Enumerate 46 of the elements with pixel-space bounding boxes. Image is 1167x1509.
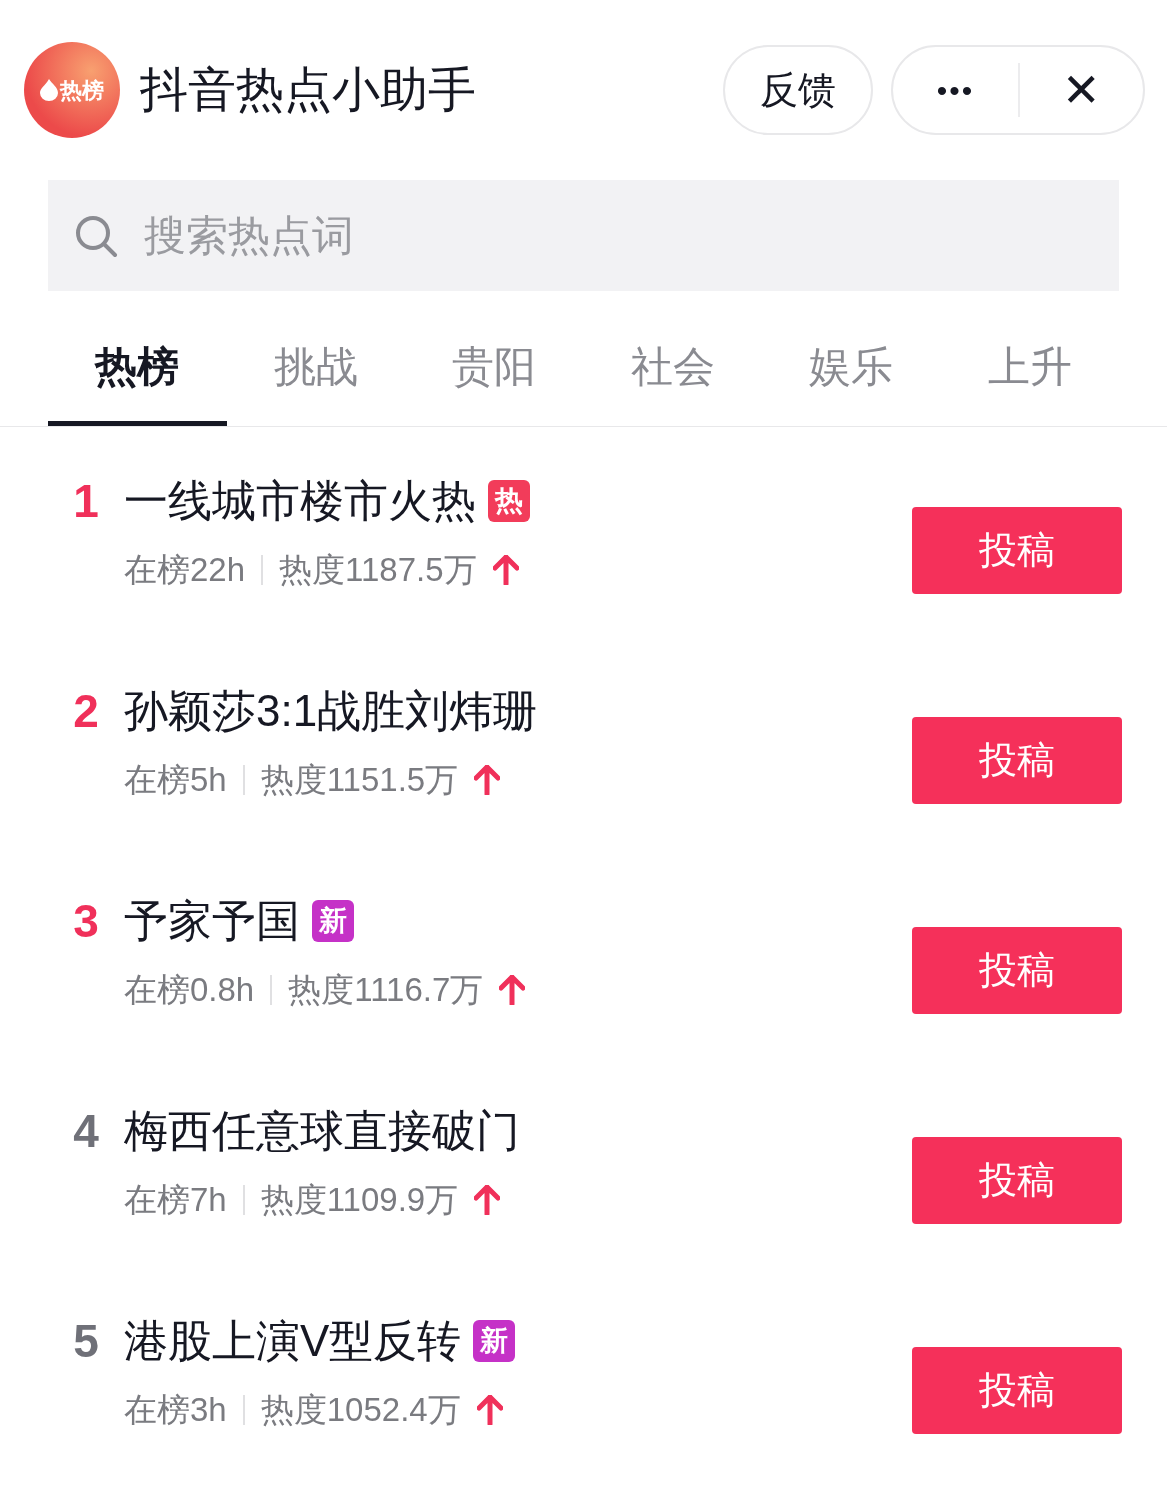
tab[interactable]: 社会 [583, 311, 762, 426]
new-badge: 新 [312, 900, 354, 942]
heat-text: 热度1151.5万 [260, 760, 459, 800]
submit-button[interactable]: 投稿 [912, 1347, 1122, 1434]
submit-button[interactable]: 投稿 [912, 1137, 1122, 1224]
feedback-button[interactable]: 反馈 [723, 45, 873, 135]
duration-text: 在榜3h [124, 1390, 227, 1430]
tab[interactable]: 贵阳 [405, 311, 584, 426]
rank-number: 1 [72, 474, 100, 529]
rank-number: 4 [72, 1104, 100, 1159]
search-icon [74, 214, 118, 258]
topic-title[interactable]: 港股上演V型反转 [124, 1308, 462, 1374]
submit-button[interactable]: 投稿 [912, 927, 1122, 1014]
topic-title[interactable]: 孙颖莎3:1战胜刘炜珊 [124, 678, 538, 744]
tab[interactable]: 上升 [940, 311, 1119, 426]
new-badge: 新 [473, 1320, 516, 1362]
app-title: 抖音热点小助手 [140, 62, 476, 118]
heat-text: 热度1116.7万 [288, 970, 484, 1010]
topic-title[interactable]: 梅西任意球直接破门 [124, 1098, 520, 1164]
topic-title[interactable]: 予家予国 [124, 888, 300, 954]
up-arrow-icon [492, 554, 519, 585]
topic-title[interactable]: 一线城市楼市火热 [124, 468, 476, 534]
rank-number: 2 [72, 684, 100, 739]
up-arrow-icon [476, 1394, 503, 1425]
heat-text: 热度1109.9万 [260, 1180, 459, 1220]
rank-number: 5 [72, 1314, 100, 1369]
more-button[interactable]: ••• [893, 47, 1018, 133]
duration-text: 在榜7h [124, 1180, 227, 1220]
close-button[interactable]: ✕ [1020, 47, 1143, 133]
tab[interactable]: 挑战 [226, 311, 405, 426]
tab[interactable]: 娱乐 [762, 311, 941, 426]
duration-text: 在榜22h [124, 550, 246, 590]
search-field[interactable]: 搜索热点词 [48, 180, 1119, 291]
tab[interactable]: 热榜 [48, 311, 227, 426]
duration-text: 在榜0.8h [124, 970, 255, 1010]
submit-button[interactable]: 投稿 [912, 717, 1122, 804]
rank-number: 3 [72, 894, 100, 949]
up-arrow-icon [499, 974, 526, 1005]
up-arrow-icon [474, 1184, 501, 1215]
logo-text: 热榜 [60, 76, 104, 105]
duration-text: 在榜5h [124, 760, 227, 800]
submit-button[interactable]: 投稿 [912, 507, 1122, 594]
heat-text: 热度1052.4万 [260, 1390, 461, 1430]
up-arrow-icon [474, 764, 501, 795]
heat-text: 热度1187.5万 [279, 550, 477, 590]
hot-badge: 热 [488, 480, 530, 522]
